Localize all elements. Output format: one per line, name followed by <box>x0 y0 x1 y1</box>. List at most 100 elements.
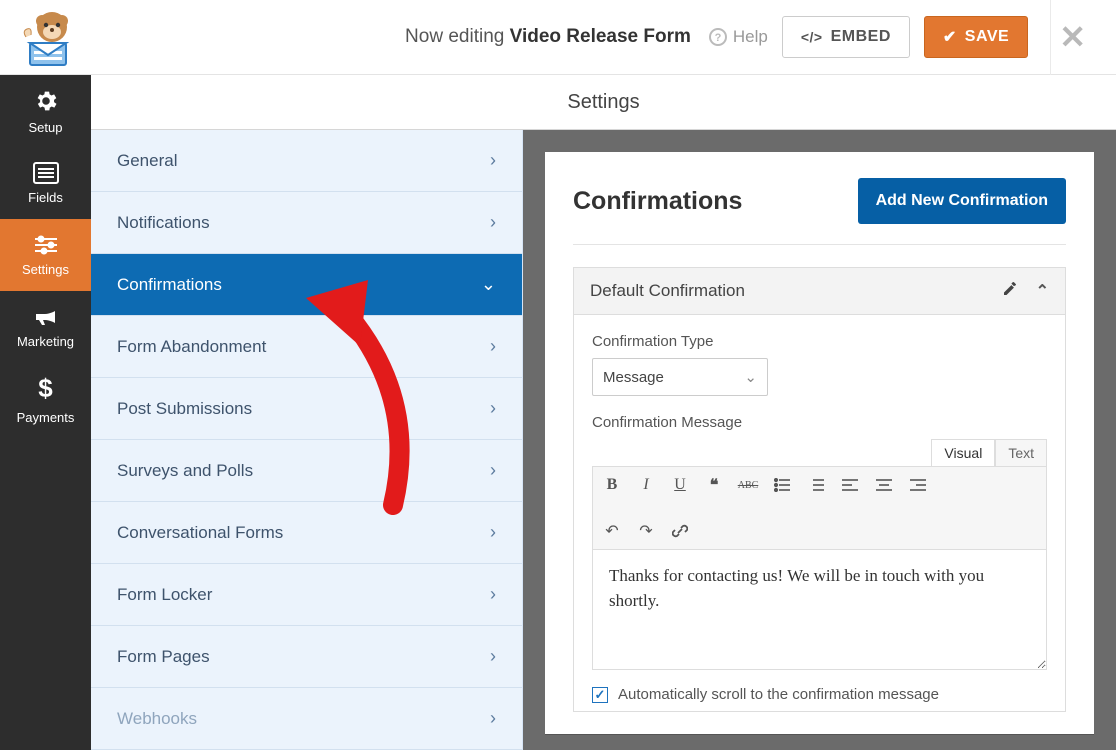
app-logo <box>12 7 82 67</box>
nav-setup-label: Setup <box>29 120 63 135</box>
link-button[interactable] <box>669 520 691 542</box>
chevron-right-icon: › <box>490 336 496 357</box>
default-confirmation-card: Default Confirmation ⌃ Confirmation Type <box>573 267 1066 712</box>
panels: General › Notifications › Confirmations … <box>91 130 1116 750</box>
chevron-up-icon[interactable]: ⌃ <box>1036 281 1049 301</box>
add-confirmation-button[interactable]: Add New Confirmation <box>858 178 1066 224</box>
editor-toolbar: B I U ❝ ABC <box>592 466 1047 550</box>
editor-tabs: Visual Text <box>592 439 1047 466</box>
card-header[interactable]: Default Confirmation ⌃ <box>574 268 1065 315</box>
confirmation-message-label: Confirmation Message <box>592 414 1047 431</box>
settings-subnav: General › Notifications › Confirmations … <box>91 130 523 750</box>
strikethrough-button[interactable]: ABC <box>737 474 759 496</box>
subnav-post-submissions[interactable]: Post Submissions › <box>91 378 522 440</box>
card-title: Default Confirmation <box>590 281 745 301</box>
subnav-post-submissions-label: Post Submissions <box>117 399 252 419</box>
panel-title: Confirmations <box>573 187 742 216</box>
align-left-button[interactable] <box>839 474 861 496</box>
help-link[interactable]: ? Help <box>709 27 768 47</box>
bullhorn-icon <box>33 306 59 328</box>
numbered-list-button[interactable] <box>805 474 827 496</box>
subnav-surveys-polls[interactable]: Surveys and Polls › <box>91 440 522 502</box>
editor-tab-text[interactable]: Text <box>995 439 1047 466</box>
panel-header: Confirmations Add New Confirmation <box>573 178 1066 245</box>
dollar-icon: $ <box>38 373 52 404</box>
autoscroll-label: Automatically scroll to the confirmation… <box>618 686 939 703</box>
subnav-conversational-forms-label: Conversational Forms <box>117 523 283 543</box>
nav-marketing[interactable]: Marketing <box>0 291 91 363</box>
check-icon: ✔ <box>943 27 957 47</box>
sliders-icon <box>33 234 59 256</box>
subnav-confirmations-label: Confirmations <box>117 275 222 295</box>
align-center-button[interactable] <box>873 474 895 496</box>
autoscroll-row[interactable]: ✓ Automatically scroll to the confirmati… <box>592 686 1047 703</box>
content-area: Settings General › Notifications › Confi… <box>91 75 1116 750</box>
bullet-list-button[interactable] <box>771 474 793 496</box>
nav-settings[interactable]: Settings <box>0 219 91 291</box>
redo-button[interactable]: ↷ <box>635 520 657 542</box>
embed-button[interactable]: </> EMBED <box>782 16 910 58</box>
checkbox-icon: ✓ <box>592 687 608 703</box>
now-editing-prefix: Now editing <box>405 26 504 47</box>
subnav-notifications[interactable]: Notifications › <box>91 192 522 254</box>
undo-button[interactable]: ↶ <box>601 520 623 542</box>
nav-settings-label: Settings <box>22 262 69 277</box>
chevron-right-icon: › <box>490 646 496 667</box>
subnav-form-abandonment-label: Form Abandonment <box>117 337 266 357</box>
card-body: Confirmation Type Message ⌄ Confirmation… <box>574 315 1065 711</box>
underline-button[interactable]: U <box>669 474 691 496</box>
chevron-right-icon: › <box>490 584 496 605</box>
nav-setup[interactable]: Setup <box>0 75 91 147</box>
chevron-right-icon: › <box>490 522 496 543</box>
subnav-general[interactable]: General › <box>91 130 522 192</box>
close-button[interactable]: ✕ <box>1050 0 1094 75</box>
subnav-form-abandonment[interactable]: Form Abandonment › <box>91 316 522 378</box>
chevron-down-icon: ⌄ <box>481 274 496 295</box>
subnav-confirmations[interactable]: Confirmations ⌄ <box>91 254 522 316</box>
chevron-right-icon: › <box>490 460 496 481</box>
form-name: Video Release Form <box>510 26 691 47</box>
card-tools: ⌃ <box>1002 281 1049 301</box>
subnav-conversational-forms[interactable]: Conversational Forms › <box>91 502 522 564</box>
left-nav: Setup Fields Settings Marketing $ Paymen… <box>0 75 91 750</box>
bold-button[interactable]: B <box>601 474 623 496</box>
subnav-webhooks[interactable]: Webhooks › <box>91 688 522 750</box>
settings-header: Settings <box>91 75 1116 130</box>
chevron-right-icon: › <box>490 212 496 233</box>
subnav-webhooks-label: Webhooks <box>117 709 197 729</box>
help-label: Help <box>733 27 768 47</box>
subnav-general-label: General <box>117 151 177 171</box>
nav-marketing-label: Marketing <box>17 334 74 349</box>
subnav-form-pages[interactable]: Form Pages › <box>91 626 522 688</box>
subnav-form-locker[interactable]: Form Locker › <box>91 564 522 626</box>
confirmation-type-select[interactable]: Message ⌄ <box>592 358 768 396</box>
quote-button[interactable]: ❝ <box>703 474 725 496</box>
nav-payments-label: Payments <box>17 410 75 425</box>
chevron-right-icon: › <box>490 398 496 419</box>
help-icon: ? <box>709 28 727 46</box>
subnav-form-pages-label: Form Pages <box>117 647 210 667</box>
embed-label: EMBED <box>831 28 891 46</box>
now-editing-label: Now editing Video Release Form <box>405 26 691 48</box>
code-icon: </> <box>801 29 823 45</box>
nav-payments[interactable]: $ Payments <box>0 363 91 435</box>
subnav-notifications-label: Notifications <box>117 213 210 233</box>
main-canvas: Confirmations Add New Confirmation Defau… <box>523 130 1116 750</box>
svg-text:?: ? <box>715 32 722 44</box>
subnav-form-locker-label: Form Locker <box>117 585 212 605</box>
chevron-right-icon: › <box>490 150 496 171</box>
confirmation-message-editor: Confirmation Message Visual Text B I U ❝ <box>592 414 1047 670</box>
nav-fields-label: Fields <box>28 190 63 205</box>
nav-fields[interactable]: Fields <box>0 147 91 219</box>
align-right-button[interactable] <box>907 474 929 496</box>
message-textarea[interactable]: Thanks for contacting us! We will be in … <box>592 550 1047 670</box>
confirmation-type-label: Confirmation Type <box>592 333 1047 350</box>
italic-button[interactable]: I <box>635 474 657 496</box>
save-button[interactable]: ✔ SAVE <box>924 16 1028 58</box>
chevron-down-icon: ⌄ <box>744 368 757 386</box>
gear-icon <box>33 88 59 114</box>
top-bar: Now editing Video Release Form ? Help </… <box>0 0 1116 75</box>
editor-tab-visual[interactable]: Visual <box>931 439 995 466</box>
confirmation-type-value: Message <box>603 369 664 386</box>
edit-icon[interactable] <box>1002 281 1018 301</box>
